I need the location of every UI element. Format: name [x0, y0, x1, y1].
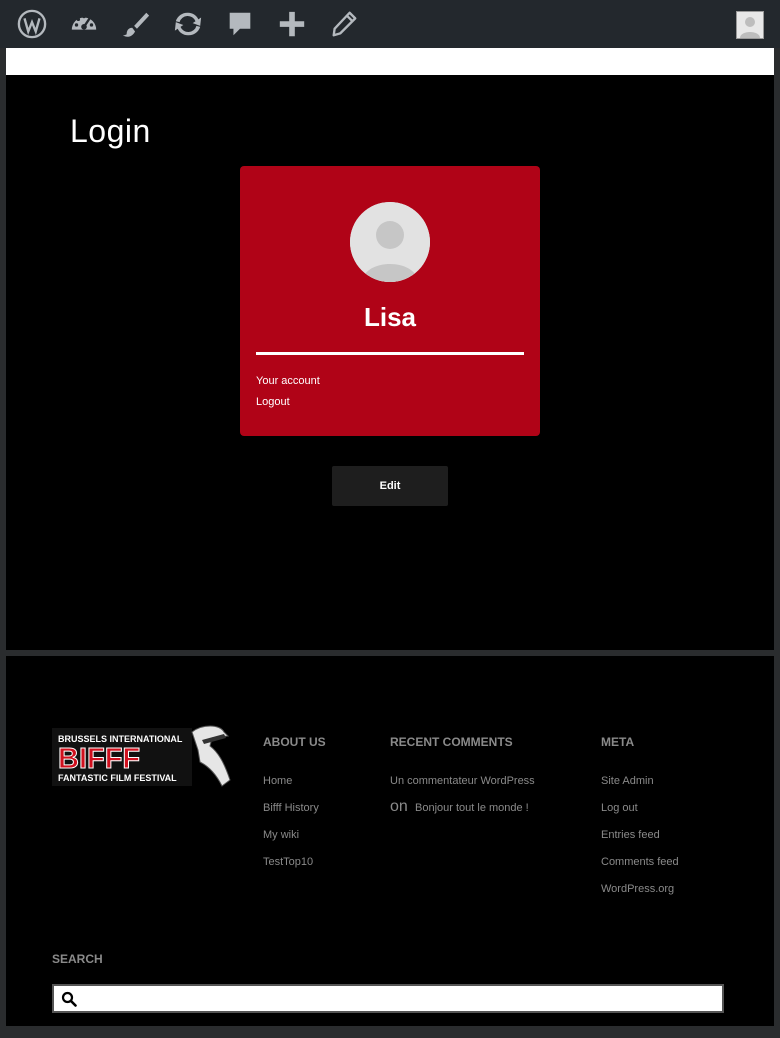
comments-icon[interactable] [224, 8, 256, 40]
footer-link-bifff-history[interactable]: Bifff History [263, 802, 319, 814]
wordpress-logo-icon[interactable] [16, 8, 48, 40]
meta-link-entries-feed[interactable]: Entries feed [601, 829, 660, 841]
updates-icon[interactable] [172, 8, 204, 40]
header-strip [6, 48, 774, 75]
footer: BRUSSELS INTERNATIONAL BIFFF FANTASTIC F… [6, 656, 774, 1026]
edit-button[interactable]: Edit [332, 466, 448, 506]
meta-title: META [601, 735, 635, 749]
main-content: Login Lisa Your account Logout Edit [6, 75, 774, 650]
new-content-plus-icon[interactable] [276, 8, 308, 40]
edit-pencil-icon[interactable] [328, 8, 360, 40]
svg-text:FANTASTIC FILM FESTIVAL: FANTASTIC FILM FESTIVAL [58, 773, 177, 783]
card-divider [256, 352, 524, 355]
profile-avatar [350, 202, 430, 282]
search-input[interactable] [84, 988, 718, 1011]
logout-link[interactable]: Logout [256, 396, 290, 408]
search-box[interactable] [52, 984, 724, 1013]
profile-card: Lisa Your account Logout [240, 166, 540, 436]
footer-link-home[interactable]: Home [263, 775, 292, 787]
page-title: Login [70, 113, 151, 149]
profile-username: Lisa [363, 302, 417, 332]
customize-brush-icon[interactable] [120, 8, 152, 40]
meta-link-wordpress-org[interactable]: WordPress.org [601, 883, 674, 895]
about-us-title: ABOUT US [263, 735, 326, 749]
footer-link-testtop10[interactable]: TestTop10 [263, 856, 313, 868]
comment-author-link[interactable]: Un commentateur WordPress [390, 775, 535, 787]
meta-link-site-admin[interactable]: Site Admin [601, 775, 654, 787]
user-avatar[interactable] [736, 11, 764, 39]
footer-link-my-wiki[interactable]: My wiki [263, 829, 299, 841]
search-icon[interactable] [61, 991, 77, 1007]
comment-on-text: on [390, 798, 408, 815]
admin-bar [0, 0, 780, 48]
your-account-link[interactable]: Your account [256, 375, 320, 387]
dashboard-icon[interactable] [68, 8, 100, 40]
meta-link-log-out[interactable]: Log out [601, 802, 638, 814]
recent-comments-title: RECENT COMMENTS [390, 735, 513, 749]
comment-post-link[interactable]: Bonjour tout le monde ! [415, 802, 529, 814]
bifff-logo[interactable]: BRUSSELS INTERNATIONAL BIFFF FANTASTIC F… [52, 722, 234, 798]
meta-link-comments-feed[interactable]: Comments feed [601, 856, 679, 868]
svg-text:BIFFF: BIFFF [58, 743, 140, 775]
search-title: SEARCH [52, 952, 103, 966]
